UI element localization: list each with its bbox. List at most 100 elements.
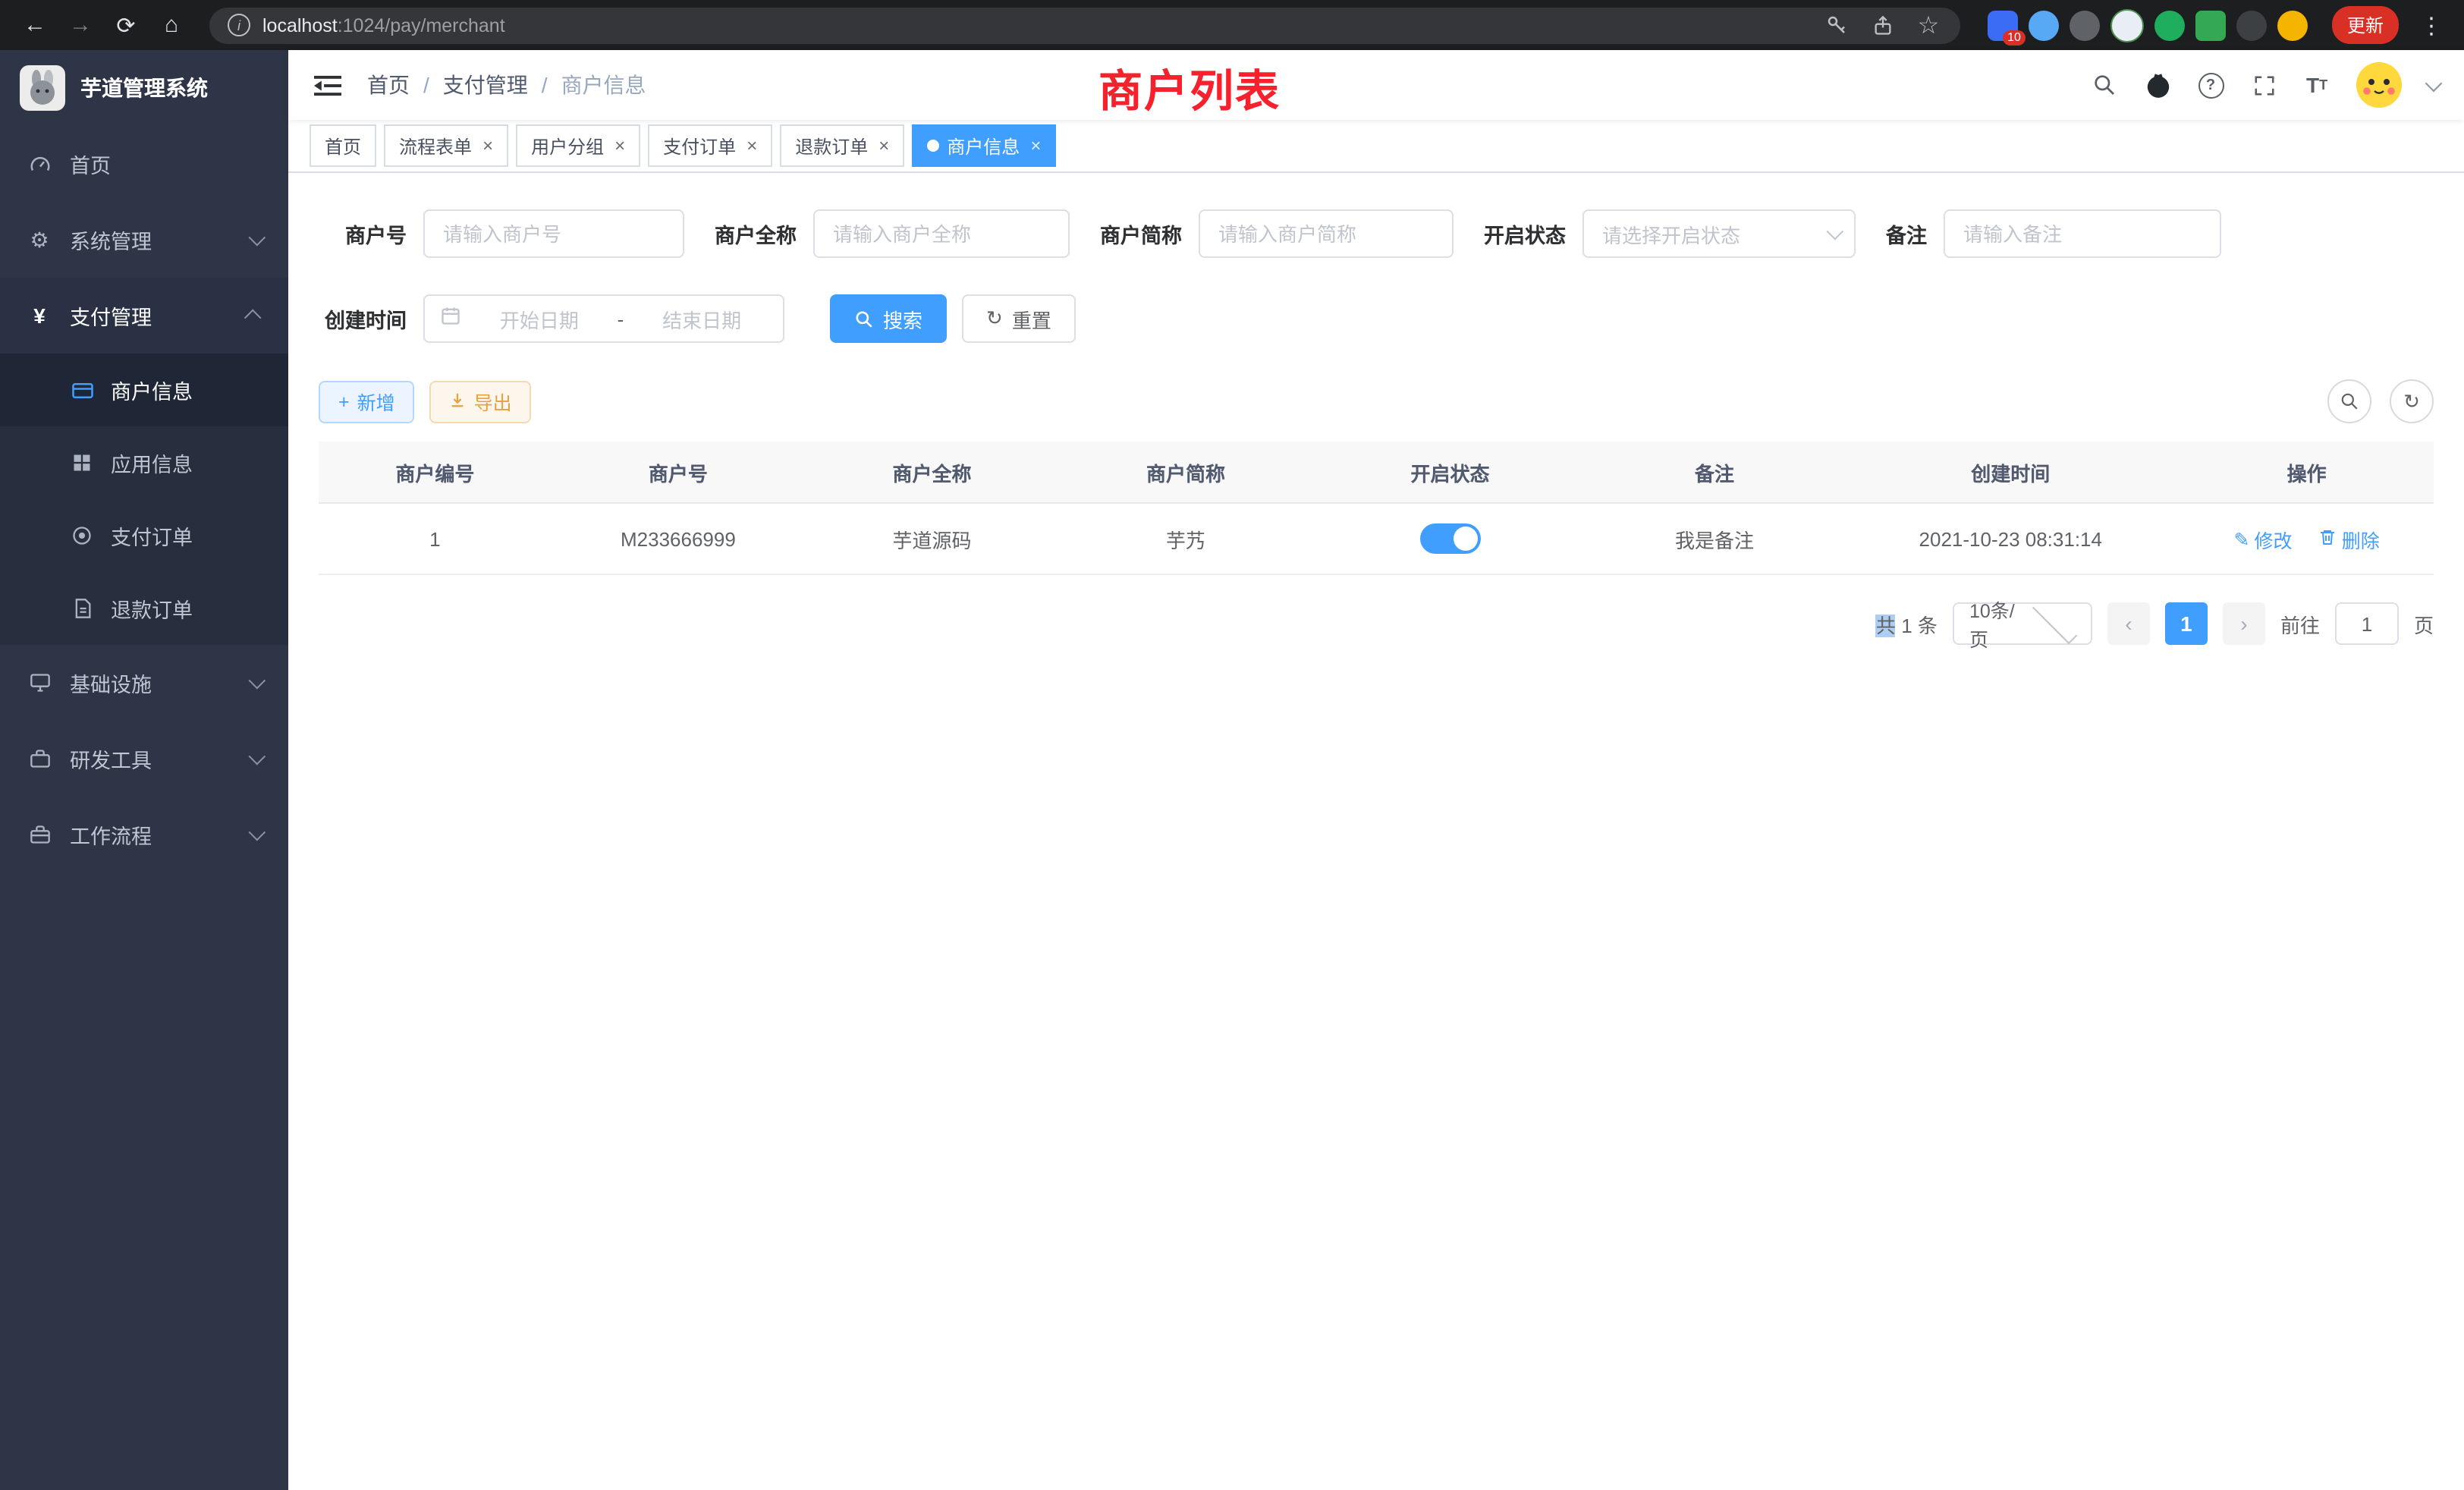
sidebar-item-refund-order[interactable]: 退款订单 <box>0 572 288 645</box>
breadcrumb-separator: / <box>423 73 429 97</box>
sidebar-item-infra[interactable]: 基础设施 <box>0 645 288 721</box>
status-select[interactable]: 请选择开启状态 <box>1582 209 1856 258</box>
tab-label: 商户信息 <box>947 133 1020 159</box>
extension-icon[interactable] <box>2277 10 2308 40</box>
sidebar-item-merchant-info[interactable]: 商户信息 <box>0 354 288 426</box>
sidebar-item-home[interactable]: 首页 <box>0 126 288 202</box>
close-icon[interactable]: × <box>1030 137 1041 155</box>
sidebar-item-label: 支付订单 <box>111 520 193 551</box>
end-date-placeholder: 结束日期 <box>636 304 768 333</box>
extension-icon[interactable] <box>2110 8 2144 42</box>
table-tools: ↻ <box>2327 379 2434 423</box>
breadcrumb-payment[interactable]: 支付管理 <box>443 70 528 100</box>
browser-menu-icon[interactable]: ⋮ <box>2414 11 2449 39</box>
col-header: 商户全称 <box>805 442 1059 503</box>
extension-icon[interactable] <box>2070 10 2100 40</box>
tab-pay-order[interactable]: 支付订单 × <box>648 124 772 167</box>
chevron-down-icon <box>249 229 266 247</box>
col-header: 备注 <box>1588 442 1842 503</box>
close-icon[interactable]: × <box>482 137 493 155</box>
table-row[interactable]: 1 M233666999 芋道源码 芋艿 我是备注 2021-10-23 08:… <box>319 503 2434 574</box>
browser-address-bar[interactable]: i localhost:1024/pay/merchant ☆ <box>209 7 1960 43</box>
col-header: 商户编号 <box>319 442 552 503</box>
screen: ← → ⟳ ⌂ i localhost:1024/pay/merchant ☆ … <box>0 0 2464 1490</box>
status-toggle[interactable] <box>1419 523 1480 554</box>
app-title: 芋道管理系统 <box>80 73 208 103</box>
toggle-search-icon[interactable] <box>2327 379 2371 423</box>
extension-icon[interactable] <box>2029 10 2059 40</box>
goto-page-input[interactable] <box>2335 602 2399 645</box>
page-number-button[interactable]: 1 <box>2165 602 2208 645</box>
breadcrumb: 首页 / 支付管理 / 商户信息 <box>367 70 646 100</box>
password-key-icon[interactable] <box>1824 11 1851 39</box>
search-icon[interactable] <box>2091 71 2118 99</box>
workflow-icon <box>27 824 52 845</box>
tab-user-group[interactable]: 用户分组 × <box>516 124 640 167</box>
sidebar-item-workflow[interactable]: 工作流程 <box>0 797 288 872</box>
date-range-picker[interactable]: 开始日期 - 结束日期 <box>423 294 784 343</box>
font-size-icon[interactable]: TT <box>2303 71 2330 99</box>
chevron-down-icon <box>1827 223 1844 240</box>
sidebar-item-system[interactable]: ⚙ 系统管理 <box>0 202 288 278</box>
page-annotation: 商户列表 <box>1098 56 1281 120</box>
sidebar-item-app-info[interactable]: 应用信息 <box>0 426 288 499</box>
delete-link[interactable]: 删除 <box>2319 524 2380 553</box>
sidebar-item-payment[interactable]: ¥ 支付管理 <box>0 278 288 354</box>
edit-link[interactable]: ✎修改 <box>2234 524 2293 553</box>
browser-home-button[interactable]: ⌂ <box>152 5 191 45</box>
export-button[interactable]: 导出 <box>430 380 532 423</box>
logo-avatar <box>20 65 65 111</box>
fullscreen-icon[interactable] <box>2250 71 2277 99</box>
search-button[interactable]: 搜索 <box>830 294 947 343</box>
browser-update-button[interactable]: 更新 <box>2332 6 2399 44</box>
extension-icon[interactable] <box>2195 10 2226 40</box>
sidebar-item-pay-order[interactable]: 支付订单 <box>0 499 288 572</box>
bookmark-star-icon[interactable]: ☆ <box>1915 11 1942 39</box>
user-avatar[interactable] <box>2356 62 2402 108</box>
page-size-select[interactable]: 10条/页 <box>1953 602 2092 645</box>
share-icon[interactable] <box>1869 11 1897 39</box>
extension-icon[interactable] <box>2236 10 2267 40</box>
browser-forward-button[interactable]: → <box>61 5 100 45</box>
prev-page-button[interactable]: ‹ <box>2107 602 2150 645</box>
extension-icon[interactable]: 10 <box>1988 10 2018 40</box>
breadcrumb-home[interactable]: 首页 <box>367 70 410 100</box>
github-icon[interactable] <box>2144 71 2171 99</box>
tab-label: 退款订单 <box>795 133 868 159</box>
close-icon[interactable]: × <box>878 137 889 155</box>
add-button-label: 新增 <box>357 387 395 416</box>
page-size-value: 10条/页 <box>1969 595 2019 652</box>
avatar-caret-icon[interactable] <box>2425 74 2443 92</box>
remark-input[interactable] <box>1944 209 2221 258</box>
tab-refund-order[interactable]: 退款订单 × <box>780 124 904 167</box>
extension-icon[interactable] <box>2154 10 2185 40</box>
payment-submenu: 商户信息 应用信息 支付订单 <box>0 354 288 645</box>
filter-short-name: 商户简称 <box>1100 209 1454 258</box>
reset-button[interactable]: ↻ 重置 <box>962 294 1076 343</box>
refresh-table-icon[interactable]: ↻ <box>2390 379 2434 423</box>
sidebar-item-label: 基础设施 <box>70 668 152 698</box>
tab-process-form[interactable]: 流程表单 × <box>384 124 508 167</box>
sidebar-logo[interactable]: 芋道管理系统 <box>0 50 288 126</box>
table-header-row: 商户编号 商户号 商户全称 商户简称 开启状态 备注 创建时间 操作 <box>319 442 2434 503</box>
browser-reload-button[interactable]: ⟳ <box>106 5 146 45</box>
browser-back-button[interactable]: ← <box>15 5 55 45</box>
tab-merchant-info[interactable]: 商户信息 × <box>912 124 1056 167</box>
filter-merchant-no: 商户号 <box>319 209 684 258</box>
tab-home[interactable]: 首页 <box>310 124 376 167</box>
filter-remark: 备注 <box>1886 209 2221 258</box>
add-button[interactable]: + 新增 <box>319 380 415 423</box>
close-icon[interactable]: × <box>746 137 757 155</box>
sidebar-item-devtools[interactable]: 研发工具 <box>0 721 288 797</box>
grid-icon <box>70 452 94 473</box>
short-name-input[interactable] <box>1199 209 1454 258</box>
page-info-icon[interactable]: i <box>228 14 250 36</box>
next-page-button[interactable]: › <box>2223 602 2265 645</box>
merchant-no-input[interactable] <box>423 209 684 258</box>
close-icon[interactable]: × <box>614 137 625 155</box>
full-name-input[interactable] <box>813 209 1070 258</box>
help-icon[interactable]: ? <box>2197 71 2224 99</box>
export-button-label: 导出 <box>474 387 512 416</box>
field-label: 商户全称 <box>715 218 797 249</box>
sidebar-collapse-icon[interactable] <box>313 70 343 100</box>
